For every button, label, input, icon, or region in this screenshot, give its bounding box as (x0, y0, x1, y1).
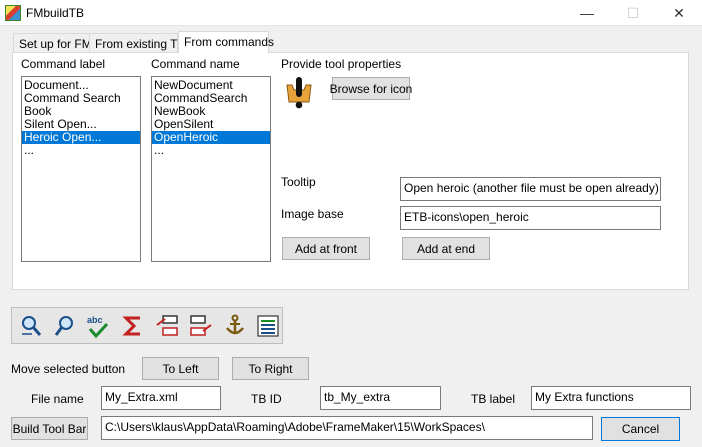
add-at-end-button[interactable]: Add at end (402, 237, 490, 260)
tab-from-existing-tb[interactable]: From existing TB (89, 33, 185, 52)
svg-text:abc: abc (87, 315, 103, 325)
zoom-in-icon[interactable] (52, 313, 78, 339)
to-left-button[interactable]: To Left (142, 357, 219, 380)
tab-from-commands[interactable]: From commands (178, 31, 274, 53)
image-base-field[interactable]: ETB-icons\open_heroic (400, 206, 661, 230)
anchor-icon[interactable] (222, 313, 248, 339)
move-selected-label: Move selected button (11, 362, 126, 376)
window-title: FMbuildTB (26, 6, 85, 20)
toolbar-preview: abc (11, 307, 283, 344)
tool-properties-heading: Provide tool properties (281, 57, 402, 71)
command-label-list[interactable]: Document... Command Search Book Silent O… (21, 76, 141, 262)
spell-check-icon[interactable]: abc (85, 313, 111, 339)
add-at-front-button[interactable]: Add at front (282, 237, 370, 260)
list-item-selected[interactable]: Heroic Open... (22, 131, 140, 144)
tooltip-field[interactable]: Open heroic (another file must be open a… (400, 177, 661, 201)
title-bar: FMbuildTB — ☐ ✕ (0, 0, 702, 26)
tb-label-label: TB label (471, 392, 516, 406)
move-left-icon[interactable] (154, 313, 180, 339)
list-item[interactable]: ... (152, 144, 270, 157)
workspace-path-field[interactable]: C:\Users\klaus\AppData\Roaming\Adobe\Fra… (101, 416, 593, 440)
build-tool-bar-button[interactable]: Build Tool Bar (11, 417, 88, 440)
minimize-button[interactable]: — (564, 0, 610, 26)
move-right-icon[interactable] (188, 313, 214, 339)
close-button[interactable]: ✕ (656, 0, 702, 26)
maximize-button: ☐ (626, 4, 640, 21)
heroic-open-icon (283, 76, 315, 110)
list-icon[interactable] (255, 313, 281, 339)
list-item[interactable]: ... (22, 144, 140, 157)
file-name-label: File name (31, 392, 84, 406)
tb-label-field[interactable]: My Extra functions (531, 386, 691, 410)
app-icon (5, 5, 21, 21)
browse-for-icon-button[interactable]: Browse for icon (330, 77, 412, 100)
command-label-heading: Command label (21, 57, 106, 71)
tb-id-field[interactable]: tb_My_extra (320, 386, 441, 410)
tooltip-label: Tooltip (281, 175, 316, 189)
sigma-icon[interactable] (120, 313, 146, 339)
zoom-page-icon[interactable] (18, 313, 44, 339)
tab-set-up-for-fm[interactable]: Set up for FM (13, 33, 92, 52)
list-item-selected[interactable]: OpenHeroic (152, 131, 270, 144)
command-name-heading: Command name (151, 57, 240, 71)
to-right-button[interactable]: To Right (232, 357, 309, 380)
cancel-button[interactable]: Cancel (601, 417, 680, 441)
image-base-label: Image base (281, 207, 344, 221)
file-name-field[interactable]: My_Extra.xml (101, 386, 221, 410)
tb-id-label: TB ID (251, 392, 282, 406)
command-name-list[interactable]: NewDocument CommandSearch NewBook OpenSi… (151, 76, 271, 262)
